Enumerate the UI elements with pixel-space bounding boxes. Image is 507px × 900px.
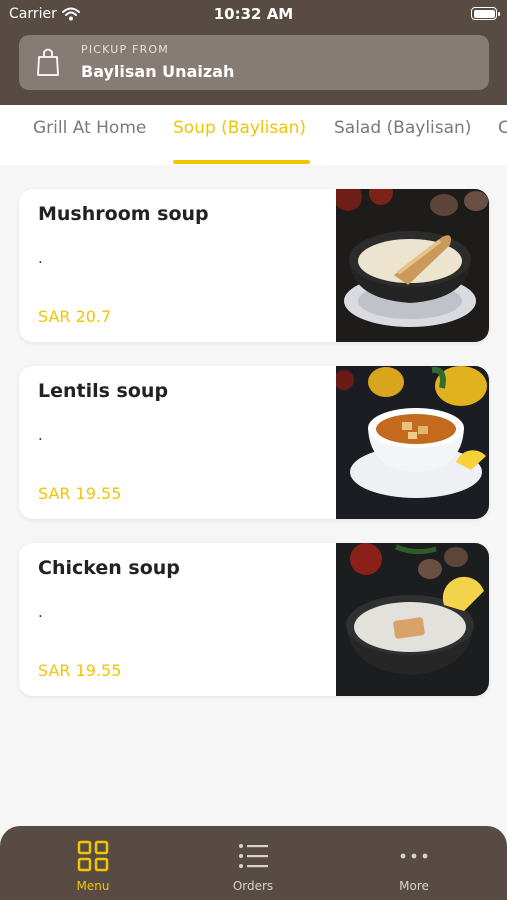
tab-next-partial[interactable]: C (498, 118, 507, 138)
nav-menu-label: Menu (76, 879, 110, 893)
item-price: SAR 20.7 (38, 307, 112, 326)
active-tab-indicator (173, 160, 310, 164)
status-bar: Carrier 10:32 AM (0, 0, 507, 28)
item-name: Chicken soup (38, 557, 180, 579)
menu-item-card[interactable]: Mushroom soup . SAR 20.7 (19, 189, 489, 342)
more-dots-icon (400, 853, 428, 859)
item-description: . (38, 249, 43, 267)
clock: 10:32 AM (213, 5, 294, 23)
list-icon (239, 844, 268, 868)
menu-item-card[interactable]: Lentils soup . SAR 19.55 (19, 366, 489, 519)
item-description: . (38, 426, 43, 444)
lentils-soup-photo (336, 366, 489, 519)
tab-grill-at-home[interactable]: Grill At Home (33, 118, 146, 138)
nav-menu[interactable]: Menu (33, 826, 153, 900)
menu-item-card[interactable]: Chicken soup . SAR 19.55 (19, 543, 489, 696)
tab-soup[interactable]: Soup (Baylisan) (173, 118, 306, 138)
bottom-nav: Menu Orders More (0, 826, 507, 900)
item-description: . (38, 603, 43, 621)
item-price: SAR 19.55 (38, 484, 122, 503)
nav-orders-label: Orders (232, 879, 274, 893)
item-price: SAR 19.55 (38, 661, 122, 680)
pickup-location-selector[interactable]: PICKUP FROM Baylisan Unaizah (19, 35, 489, 90)
mushroom-soup-photo (336, 189, 489, 342)
battery-icon (471, 7, 500, 20)
chicken-soup-photo (336, 543, 489, 696)
shopping-bag-icon (36, 46, 60, 82)
nav-more[interactable]: More (354, 826, 474, 900)
item-name: Lentils soup (38, 380, 169, 402)
item-name: Mushroom soup (38, 203, 209, 225)
header: Carrier 10:32 AM PICKUP FROM Baylisan Un… (0, 0, 507, 105)
category-tabs: Grill At Home Soup (Baylisan) Salad (Bay… (0, 105, 507, 165)
pickup-location-name: Baylisan Unaizah (81, 62, 235, 81)
pickup-label: PICKUP FROM (81, 43, 169, 56)
grid-icon (77, 840, 109, 872)
tab-salad[interactable]: Salad (Baylisan) (334, 118, 471, 138)
nav-orders[interactable]: Orders (193, 826, 313, 900)
nav-more-label: More (399, 879, 429, 893)
